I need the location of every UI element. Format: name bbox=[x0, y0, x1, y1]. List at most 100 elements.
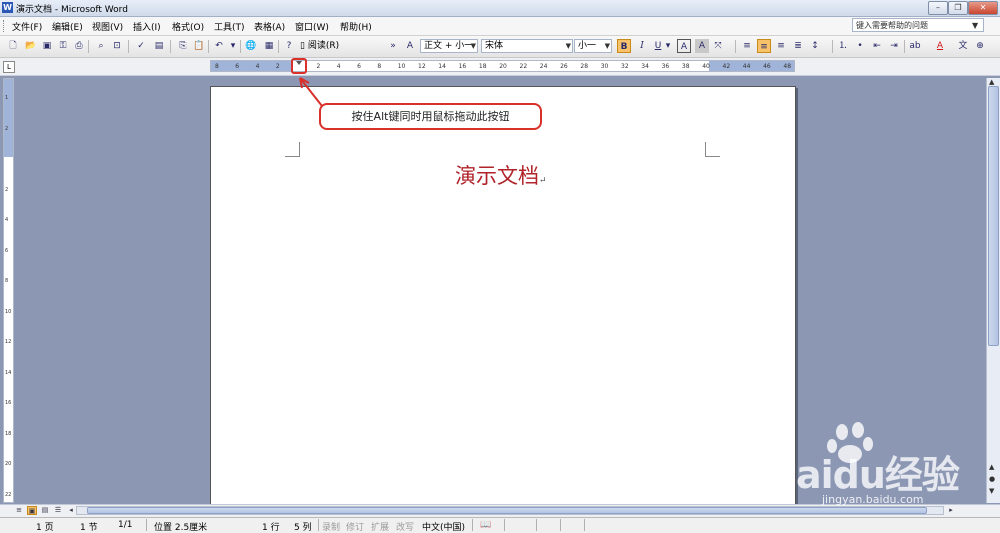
scroll-down-icon[interactable]: ▼ bbox=[989, 487, 994, 495]
menu-table[interactable]: 表格(A) bbox=[254, 20, 285, 33]
watermark-url: jingyan.baidu.com bbox=[822, 493, 924, 506]
new-document-icon[interactable]: 🗋 bbox=[6, 39, 20, 53]
save-icon[interactable]: ▣ bbox=[40, 39, 54, 53]
toolbar-separator bbox=[904, 40, 905, 53]
document-page[interactable] bbox=[210, 86, 796, 507]
chevron-down-icon[interactable]: ▼ bbox=[972, 21, 978, 30]
scroll-up-icon[interactable]: ▲ bbox=[989, 78, 994, 86]
font-value: 宋体 bbox=[485, 41, 504, 51]
line-spacing-icon[interactable]: ↕ bbox=[808, 39, 822, 53]
vertical-scrollbar[interactable]: ▲ ▲ ● ▼ bbox=[986, 78, 1000, 503]
undo-icon[interactable]: ↶ bbox=[212, 39, 226, 53]
menu-insert[interactable]: 插入(I) bbox=[133, 20, 161, 33]
menu-edit[interactable]: 编辑(E) bbox=[52, 20, 83, 33]
word-app-icon[interactable]: W bbox=[2, 2, 13, 13]
menu-window[interactable]: 窗口(W) bbox=[295, 20, 329, 33]
menu-tools[interactable]: 工具(T) bbox=[214, 20, 245, 33]
tab-selector-icon[interactable]: L bbox=[3, 61, 15, 73]
spelling-icon[interactable]: ✓ bbox=[134, 39, 148, 53]
help-search-input[interactable]: 键入需要帮助的问题 bbox=[852, 18, 984, 32]
hyperlink-icon[interactable]: 🌐 bbox=[244, 39, 258, 53]
char-border-icon[interactable]: A bbox=[677, 39, 691, 53]
document-heading[interactable]: 演示文档↵ bbox=[455, 160, 547, 190]
char-scale-icon[interactable]: ⤧ bbox=[711, 39, 725, 53]
read-mode-button[interactable]: ▯ 阅读(R) bbox=[300, 39, 339, 53]
menu-format[interactable]: 格式(O) bbox=[172, 20, 204, 33]
vertical-ruler[interactable]: 1 2 2 4 6 8 10 12 14 16 18 20 22 bbox=[3, 78, 14, 503]
font-color-button[interactable]: A bbox=[933, 39, 947, 53]
spelling-status-icon[interactable]: 📖 bbox=[480, 520, 491, 530]
status-ext[interactable]: 扩展 bbox=[371, 520, 389, 533]
menu-grip-icon[interactable] bbox=[3, 20, 6, 32]
reading-view-icon[interactable]: ◂ bbox=[66, 506, 76, 515]
numbering-icon[interactable]: ⒈ bbox=[836, 39, 850, 53]
menu-help[interactable]: 帮助(H) bbox=[340, 20, 372, 33]
vertical-ruler-tick-label: 10 bbox=[5, 308, 12, 315]
scroll-up-icon[interactable]: ▲ bbox=[989, 463, 994, 471]
ruler-tick-label: 10 bbox=[397, 63, 406, 70]
vertical-scroll-thumb[interactable] bbox=[988, 86, 999, 346]
ruler-tick-label: 2 bbox=[316, 63, 321, 70]
close-icon[interactable]: ✕ bbox=[968, 1, 998, 15]
select-browse-object-icon[interactable]: ● bbox=[989, 475, 995, 483]
font-size-select[interactable]: 小一 ▼ bbox=[574, 39, 612, 53]
chevron-down-icon: ▼ bbox=[470, 42, 476, 50]
paste-icon[interactable]: 📋 bbox=[192, 39, 206, 53]
char-shading-icon[interactable]: A bbox=[695, 39, 709, 53]
status-page: 1 页 bbox=[36, 523, 54, 533]
vertical-ruler-tick-label: 4 bbox=[5, 217, 9, 223]
print-layout-icon[interactable]: ▤ bbox=[40, 506, 50, 515]
menu-view[interactable]: 视图(V) bbox=[92, 20, 123, 33]
styles-pane-icon[interactable]: A bbox=[403, 39, 417, 53]
underline-dropdown-icon[interactable]: ▾ bbox=[664, 39, 672, 53]
toolbar-separator bbox=[88, 40, 89, 53]
permission-icon[interactable]: ⚿ bbox=[56, 39, 70, 53]
research-icon[interactable]: ⊡ bbox=[110, 39, 124, 53]
status-rec[interactable]: 录制 bbox=[322, 520, 340, 533]
align-center-icon[interactable]: ≡ bbox=[757, 39, 771, 53]
undo-dropdown-icon[interactable]: ▾ bbox=[226, 39, 240, 53]
ruler-row: L 8 6 4 2 2 4 6 8 10 12 14 16 18 20 22 24 26 28 30 32 34 36 38… bbox=[0, 58, 1000, 76]
ruler-tick-label: 8 bbox=[377, 63, 382, 70]
horizontal-scrollbar[interactable] bbox=[76, 506, 944, 515]
minimize-icon[interactable]: – bbox=[928, 1, 948, 15]
status-ovr[interactable]: 改写 bbox=[396, 520, 414, 533]
highlight-icon[interactable]: ab bbox=[908, 39, 922, 53]
help-icon[interactable]: ? bbox=[282, 39, 296, 53]
research-book-icon[interactable]: ▤ bbox=[152, 39, 166, 53]
status-line: 1 行 bbox=[262, 523, 280, 533]
align-right-icon[interactable]: ≡ bbox=[774, 39, 788, 53]
table-icon[interactable]: ▦ bbox=[262, 39, 276, 53]
outline-view-icon[interactable]: ☰ bbox=[53, 506, 63, 515]
print-icon[interactable]: ⎙ bbox=[72, 39, 86, 53]
justify-icon[interactable]: ≣ bbox=[791, 39, 805, 53]
print-preview-icon[interactable]: ⌕ bbox=[94, 39, 108, 53]
bullets-icon[interactable]: • bbox=[853, 39, 867, 53]
bold-button[interactable]: B bbox=[617, 39, 631, 53]
increase-indent-icon[interactable]: ⇥ bbox=[887, 39, 901, 53]
font-select[interactable]: 宋体 ▼ bbox=[481, 39, 573, 53]
web-view-icon[interactable]: ▣ bbox=[27, 506, 37, 515]
phonetic-guide-icon[interactable]: 文 bbox=[956, 39, 970, 53]
decrease-indent-icon[interactable]: ⇤ bbox=[870, 39, 884, 53]
menu-file[interactable]: 文件(F) bbox=[12, 20, 42, 33]
underline-button[interactable]: U bbox=[651, 39, 665, 53]
open-folder-icon[interactable]: 📂 bbox=[24, 39, 38, 53]
normal-view-icon[interactable]: ≡ bbox=[14, 506, 24, 515]
align-left-icon[interactable]: ≡ bbox=[740, 39, 754, 53]
chevron-down-icon: ▼ bbox=[604, 42, 610, 50]
vertical-ruler-tick-label: 20 bbox=[5, 461, 12, 467]
style-select[interactable]: 正文 + 小一 ▼ bbox=[420, 39, 478, 53]
vertical-ruler-tick-label: 8 bbox=[5, 278, 9, 284]
enclose-character-icon[interactable]: ⊕ bbox=[973, 39, 987, 53]
italic-button[interactable]: I bbox=[635, 39, 649, 53]
horizontal-scroll-thumb[interactable] bbox=[87, 507, 927, 514]
first-line-indent-marker[interactable] bbox=[291, 58, 307, 74]
toolbar-options-icon[interactable]: » bbox=[389, 39, 397, 53]
status-bar: 1 页 1 节 1/1 位置 2.5厘米 1 行 5 列 录制 修订 扩展 改写… bbox=[0, 517, 1000, 533]
ruler-tick-label: 6 bbox=[357, 63, 361, 70]
status-trk[interactable]: 修订 bbox=[346, 520, 364, 533]
scroll-right-icon[interactable]: ▸ bbox=[946, 506, 956, 515]
restore-icon[interactable]: ❐ bbox=[948, 1, 968, 15]
copy-icon[interactable]: ⎘ bbox=[176, 39, 190, 53]
